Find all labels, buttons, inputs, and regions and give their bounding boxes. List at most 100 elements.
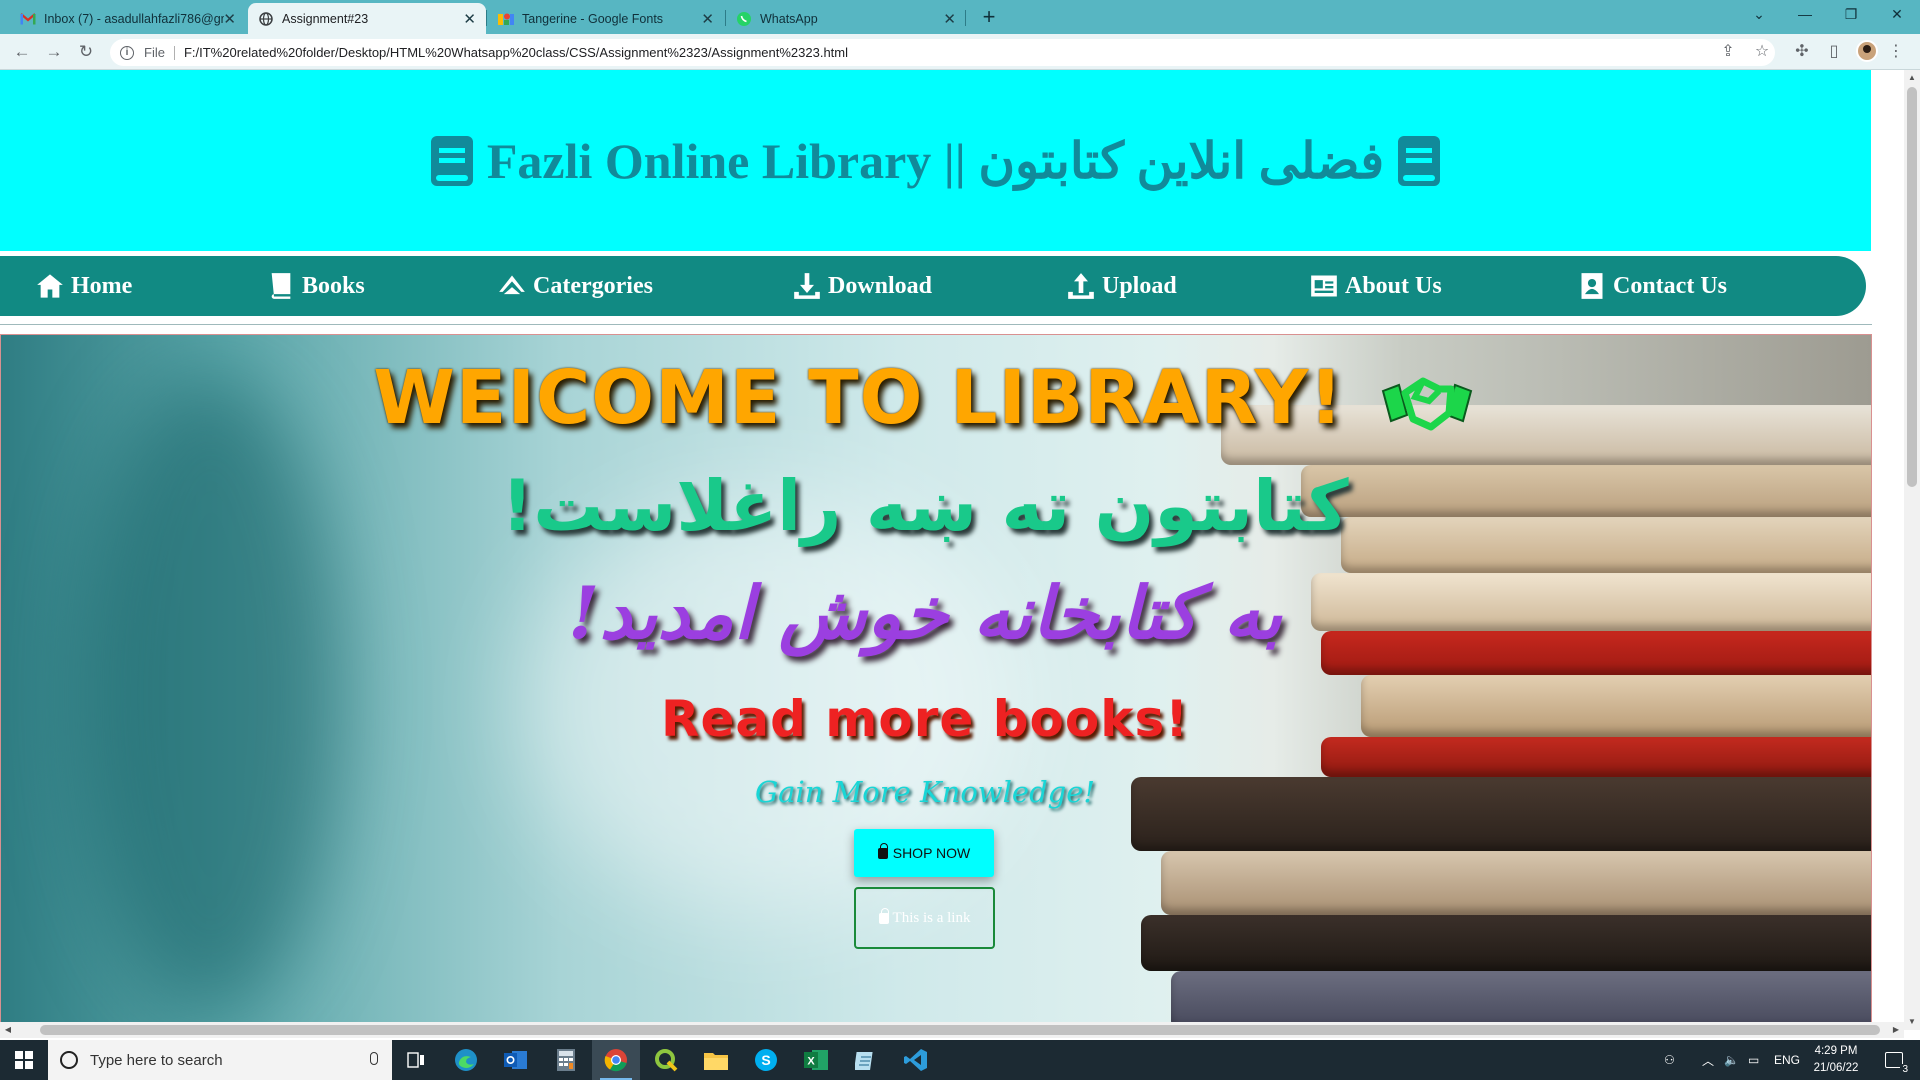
nav-label: Catergories	[533, 272, 653, 299]
tab-divider	[486, 10, 487, 26]
close-tab-icon[interactable]: ✕	[463, 10, 476, 28]
file-explorer-icon[interactable]	[692, 1040, 740, 1080]
tab-divider	[725, 10, 726, 26]
share-icon[interactable]: ⇪	[1716, 40, 1740, 64]
gmail-icon	[20, 11, 36, 27]
nav-label: Contact Us	[1613, 272, 1727, 299]
skype-icon[interactable]: S	[742, 1040, 790, 1080]
welcome-text: WEICOME TO LIBRARY!	[373, 355, 1344, 441]
tab-assignment[interactable]: Assignment#23 ✕	[248, 3, 486, 34]
qgis-icon[interactable]	[642, 1040, 690, 1080]
hero-banner: WEICOME TO LIBRARY! کتابتون ته ښه راغلاس…	[0, 334, 1872, 1030]
scroll-down-arrow-icon[interactable]: ▼	[1904, 1014, 1920, 1030]
vertical-scrollbar[interactable]: ▲ ▼	[1904, 70, 1920, 1030]
outlook-icon[interactable]	[492, 1040, 540, 1080]
clock-time: 4:29 PM	[1814, 1045, 1858, 1057]
download-icon	[794, 273, 820, 299]
close-tab-icon[interactable]: ✕	[943, 10, 956, 28]
tab-label: WhatsApp	[760, 11, 818, 26]
bookmark-star-icon[interactable]: ☆	[1750, 40, 1774, 64]
task-view-icon[interactable]	[392, 1040, 440, 1080]
search-circle-icon	[60, 1051, 78, 1069]
nav-upload[interactable]: Upload	[1067, 256, 1177, 316]
browser-tab-strip: Inbox (7) - asadullahfazli786@gm ✕ Assig…	[0, 0, 1920, 34]
vscode-icon[interactable]	[892, 1040, 940, 1080]
side-panel-icon[interactable]: ▯	[1822, 40, 1846, 64]
scroll-left-arrow-icon[interactable]: ◀	[0, 1022, 16, 1038]
horizontal-scroll-thumb[interactable]	[40, 1025, 1880, 1035]
minimize-button[interactable]: —	[1782, 0, 1828, 30]
link-button-label: This is a link	[892, 909, 971, 926]
read-more-heading: Read more books!	[660, 690, 1190, 748]
handshake-icon	[1381, 377, 1472, 431]
tab-gmail[interactable]: Inbox (7) - asadullahfazli786@gm ✕	[10, 3, 246, 34]
browser-menu-icon[interactable]: ⋮	[1884, 40, 1908, 64]
restore-button[interactable]: ❐	[1828, 0, 1874, 30]
url-scheme-label: File	[144, 45, 175, 60]
nav-home[interactable]: Home	[36, 256, 132, 316]
scroll-right-arrow-icon[interactable]: ▶	[1888, 1022, 1904, 1038]
volume-muted-icon[interactable]: 🔈	[1724, 1040, 1739, 1080]
tab-label: Tangerine - Google Fonts	[522, 11, 664, 26]
back-arrow-icon[interactable]: ←	[10, 40, 34, 64]
reload-icon[interactable]: ↻	[74, 40, 98, 64]
categories-icon	[499, 275, 525, 295]
book-icon	[1398, 135, 1441, 186]
page-viewport: Fazli Online Library || فضلی انلاین کتاب…	[0, 70, 1920, 1030]
nav-books[interactable]: Books	[267, 256, 365, 316]
horizontal-scrollbar[interactable]: ◀ ▶	[0, 1022, 1904, 1038]
new-tab-button[interactable]: +	[976, 4, 1002, 30]
notification-count-badge: 3	[1900, 1064, 1910, 1075]
calculator-icon[interactable]	[542, 1040, 590, 1080]
extensions-puzzle-icon[interactable]: ✣	[1790, 40, 1814, 64]
shop-now-button[interactable]: SHOP NOW	[854, 829, 994, 877]
windows-logo-icon	[15, 1051, 33, 1069]
notepad-icon[interactable]	[842, 1040, 890, 1080]
nav-download[interactable]: Download	[793, 256, 932, 316]
navbar-divider	[0, 324, 1872, 325]
tab-search-icon[interactable]: ⌄	[1736, 0, 1782, 30]
welcome-heading: WEICOME TO LIBRARY!	[1, 355, 1849, 441]
forward-arrow-icon[interactable]: →	[42, 40, 66, 64]
main-navbar: Home Books Catergories Download Upload A…	[0, 256, 1866, 316]
nav-label: Home	[71, 272, 133, 299]
people-icon[interactable]: ⚇	[1664, 1040, 1675, 1080]
nav-categories[interactable]: Catergories	[498, 256, 653, 316]
microphone-icon[interactable]	[370, 1052, 378, 1065]
tab-label: Assignment#23	[282, 11, 369, 26]
close-window-button[interactable]: ✕	[1874, 0, 1920, 30]
pashto-welcome-text: کتابتون ته ښه راغلاست!	[501, 465, 1349, 547]
vertical-scroll-thumb[interactable]	[1907, 87, 1917, 487]
tab-label: Inbox (7) - asadullahfazli786@gm	[44, 11, 224, 26]
nav-label: Download	[828, 272, 933, 299]
nav-about-us[interactable]: About Us	[1310, 256, 1442, 316]
network-icon[interactable]: ▭	[1748, 1040, 1759, 1080]
nav-contact-us[interactable]: Contact Us	[1578, 256, 1727, 316]
site-info-icon[interactable]: i	[120, 45, 134, 60]
system-clock[interactable]: 4:29 PM 21/06/22	[1800, 1043, 1872, 1077]
address-toolbar: ← → ↻ i File F:/IT%20related%20folder/De…	[0, 34, 1920, 70]
show-hidden-icons-chevron-icon[interactable]: ︿	[1702, 1040, 1714, 1080]
url-bar[interactable]: i File F:/IT%20related%20folder/Desktop/…	[110, 39, 1775, 66]
tab-whatsapp[interactable]: WhatsApp ✕	[726, 3, 966, 34]
tab-divider	[965, 10, 966, 26]
close-tab-icon[interactable]: ✕	[701, 10, 714, 28]
google-fonts-icon	[498, 11, 514, 27]
chrome-icon[interactable]	[592, 1040, 640, 1080]
notification-center-icon[interactable]: 3	[1876, 1040, 1912, 1080]
excel-icon[interactable]: X	[792, 1040, 840, 1080]
upload-icon	[1068, 273, 1094, 299]
url-text[interactable]: F:/IT%20related%20folder/Desktop/HTML%20…	[184, 45, 848, 60]
svg-text:X: X	[807, 1056, 815, 1068]
hero-content: WEICOME TO LIBRARY! کتابتون ته ښه راغلاس…	[1, 335, 1849, 1029]
edge-icon[interactable]	[442, 1040, 490, 1080]
link-button[interactable]: This is a link	[854, 887, 995, 949]
profile-avatar[interactable]	[1856, 40, 1878, 62]
tab-google-fonts[interactable]: Tangerine - Google Fonts ✕	[488, 3, 724, 34]
start-button[interactable]	[0, 1040, 48, 1080]
language-indicator[interactable]: ENG	[1774, 1040, 1800, 1080]
search-placeholder: Type here to search	[90, 1051, 223, 1069]
close-tab-icon[interactable]: ✕	[223, 10, 236, 28]
taskbar-search-box[interactable]: Type here to search	[48, 1040, 392, 1080]
scroll-up-arrow-icon[interactable]: ▲	[1904, 70, 1920, 86]
